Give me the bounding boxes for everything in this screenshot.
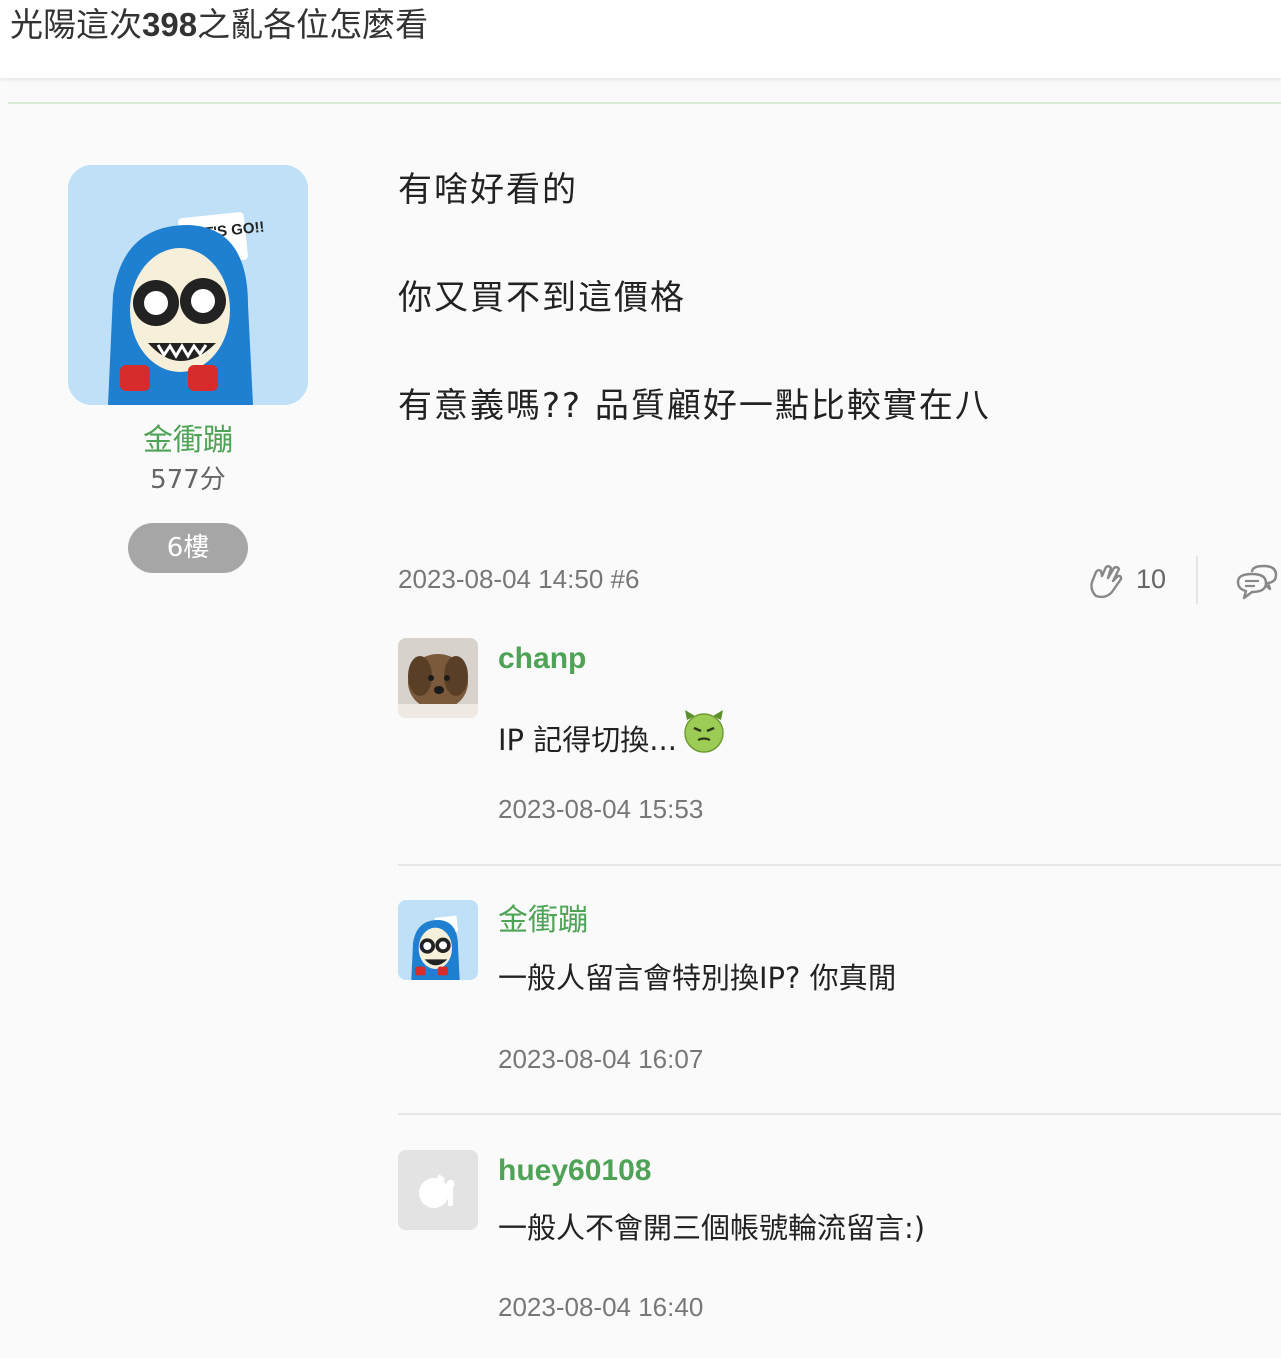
divider xyxy=(8,102,1281,104)
post-author: LET'S GO!! 金衝蹦 577分 6樓 xyxy=(68,165,308,573)
comment-username[interactable]: huey60108 xyxy=(498,1152,651,1190)
devil-face-emoji xyxy=(681,708,727,754)
post-meta: 2023-08-04 14:50 #6 10 xyxy=(398,556,1281,604)
avatar[interactable] xyxy=(398,638,478,718)
clap-icon[interactable] xyxy=(1086,562,1126,602)
avatar[interactable] xyxy=(398,900,478,980)
comment-username[interactable]: chanp xyxy=(498,640,586,678)
author-name[interactable]: 金衝蹦 xyxy=(68,423,308,459)
page-title: 光陽這次398之亂各位怎麼看 xyxy=(10,5,429,44)
comment-text: IP 記得切換... xyxy=(498,708,727,760)
comment-item: huey60108 一般人不會開三個帳號輪流留言:) 2023-08-04 16… xyxy=(398,1150,1281,1350)
comment-item: chanp IP 記得切換... 2023-08-04 15:53 xyxy=(398,638,1281,838)
floor-badge: 6樓 xyxy=(128,523,248,573)
avatar[interactable]: LET'S GO!! xyxy=(68,165,308,405)
avatar[interactable] xyxy=(398,1150,478,1230)
comment-username[interactable]: 金衝蹦 xyxy=(498,902,588,940)
author-score: 577分 xyxy=(150,465,226,495)
comment-time: 2023-08-04 16:40 xyxy=(498,1292,704,1322)
comment-text: 一般人不會開三個帳號輪流留言:) xyxy=(498,1211,926,1245)
comment-item: 金衝蹦 一般人留言會特別換IP? 你真閒 2023-08-04 16:07 xyxy=(398,900,1281,1100)
post-text-line: 有啥好看的 xyxy=(398,170,578,210)
post-text-line: 你又買不到這價格 xyxy=(398,278,686,318)
reply-icon[interactable] xyxy=(1236,562,1278,602)
clap-count: 10 xyxy=(1136,564,1167,594)
post-datetime: 2023-08-04 14:50 #6 xyxy=(398,564,640,594)
post-content: 有啥好看的 你又買不到這價格 有意義嗎?? 品質顧好一點比較實在八 xyxy=(398,165,1278,431)
title-bar: 光陽這次398之亂各位怎麼看 xyxy=(0,0,1281,78)
divider xyxy=(398,864,1281,866)
comment-text: 一般人留言會特別換IP? 你真閒 xyxy=(498,961,897,995)
comment-time: 2023-08-04 16:07 xyxy=(498,1044,704,1074)
divider xyxy=(398,1113,1281,1115)
comment-time: 2023-08-04 15:53 xyxy=(498,794,704,824)
divider xyxy=(1196,556,1198,604)
post-text-line: 有意義嗎?? 品質顧好一點比較實在八 xyxy=(398,386,991,426)
